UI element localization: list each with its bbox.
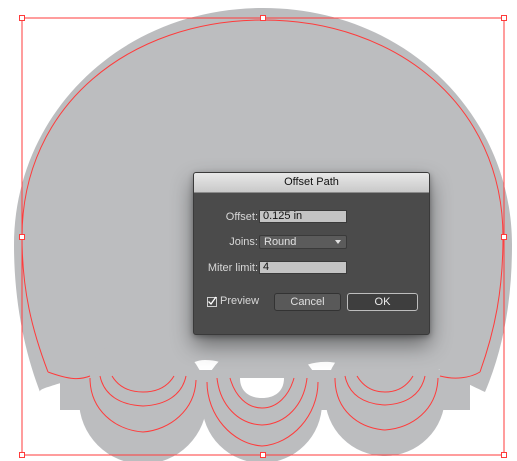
cancel-button[interactable]: Cancel — [274, 293, 341, 311]
joins-select[interactable]: Round — [259, 235, 347, 249]
offset-path-dialog: Offset Path Offset: 0.125 in Joins: Roun… — [193, 172, 430, 335]
miter-row: Miter limit: — [194, 261, 258, 275]
joins-label: Joins: — [229, 236, 258, 248]
joins-value: Round — [264, 236, 297, 248]
offset-label: Offset: — [225, 211, 258, 223]
offset-input[interactable]: 0.125 in — [259, 210, 347, 223]
offset-row: Offset: — [194, 210, 258, 224]
checkmark-icon — [208, 296, 217, 306]
preview-label[interactable]: Preview — [220, 294, 259, 308]
miter-limit-input[interactable]: 4 — [259, 261, 347, 274]
preview-checkbox[interactable] — [207, 296, 217, 307]
dialog-title[interactable]: Offset Path — [194, 173, 429, 193]
ok-button[interactable]: OK — [347, 293, 418, 311]
chevron-down-icon — [335, 240, 341, 244]
miter-limit-label: Miter limit: — [207, 262, 258, 274]
joins-row: Joins: — [194, 235, 258, 249]
